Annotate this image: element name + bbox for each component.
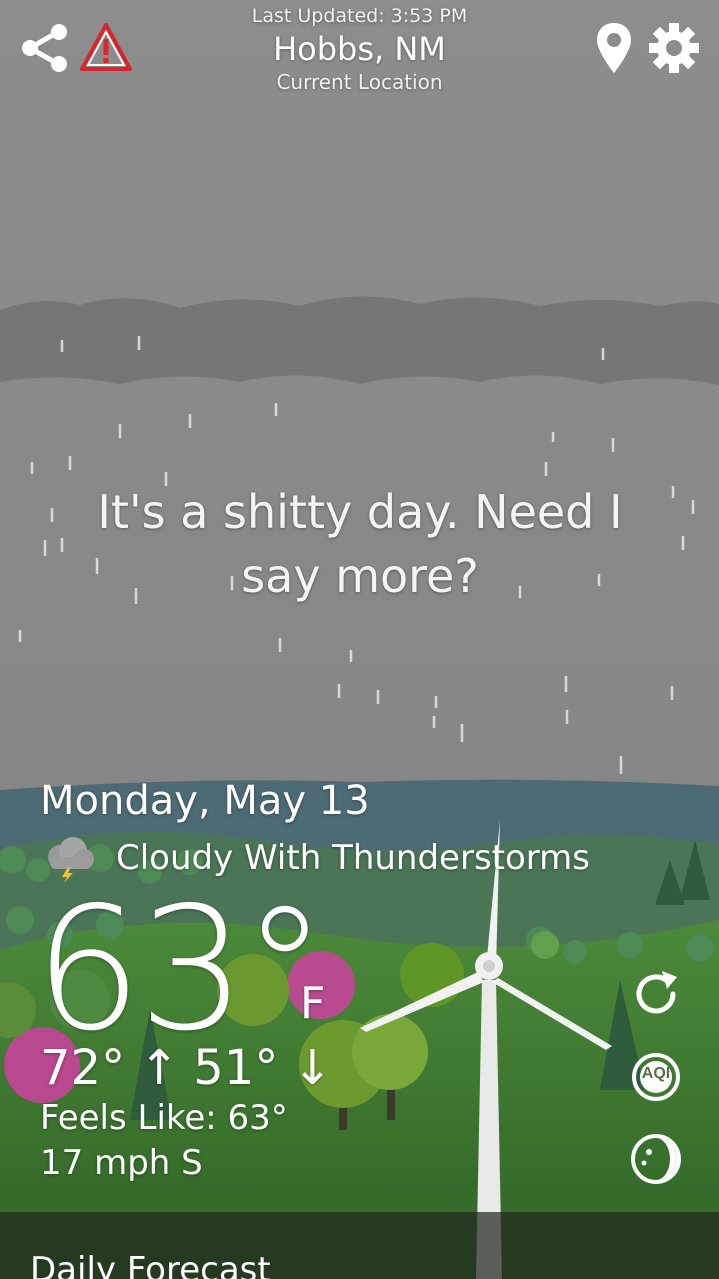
location-button[interactable] [586,20,642,76]
arrow-up-icon: ↑ [139,1040,180,1096]
high-temp: 72° [40,1040,126,1096]
high-low-temps: 72° ↑ 51° ↓ [40,1040,333,1096]
map-pin-icon [597,23,631,73]
current-temperature: 63° [34,871,327,1069]
low-temp: 51° [193,1040,279,1096]
refresh-button[interactable] [628,966,684,1022]
wind-text: 17 mph S [40,1143,203,1183]
forecast-date: Monday, May 13 [40,778,370,824]
arrow-down-icon: ↓ [292,1040,333,1096]
gear-icon [649,23,699,73]
moon-phase-button[interactable] [628,1131,684,1187]
aqi-button[interactable]: AQI [628,1049,684,1105]
daily-forecast-label[interactable]: Daily Forecast [30,1250,271,1279]
weather-quip: It's a shitty day. Need I say more? [97,485,623,603]
refresh-icon [636,971,677,1014]
settings-button[interactable] [646,20,702,76]
aqi-label: AQI [641,1065,671,1082]
temperature-unit[interactable]: F [300,978,325,1029]
moon-icon [631,1134,681,1184]
feels-like-text: Feels Like: 63° [40,1098,288,1138]
